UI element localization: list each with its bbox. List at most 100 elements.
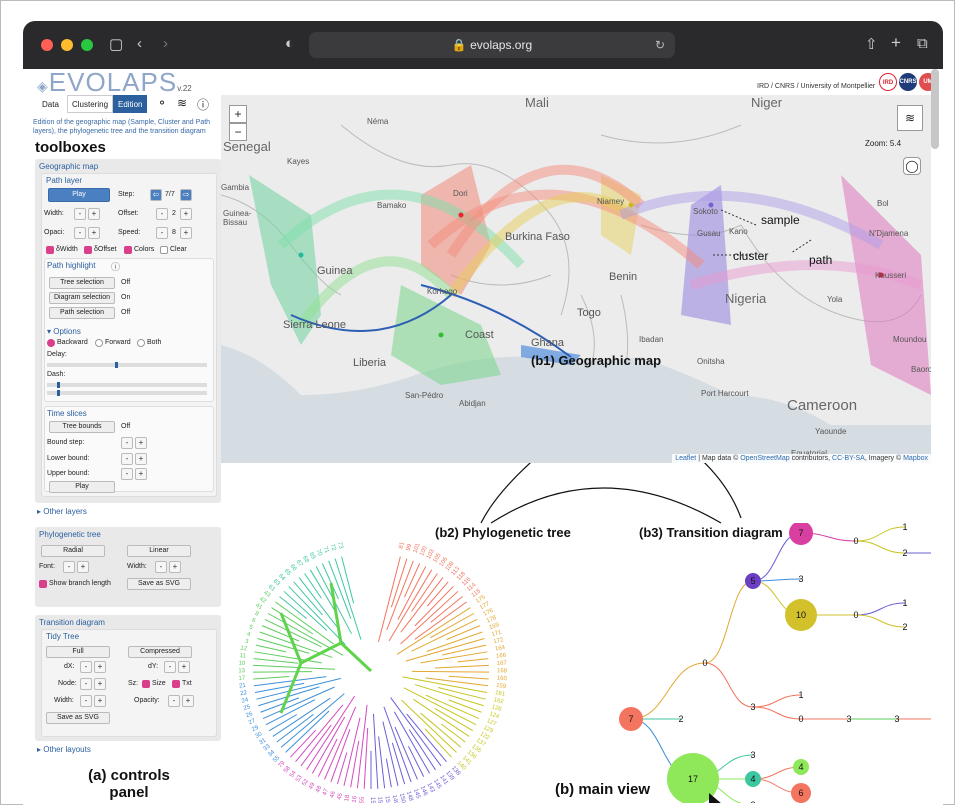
tree-branch[interactable] [390,697,442,767]
tree-branch[interactable] [253,658,299,664]
transition-diagram[interactable]: 7012153100120723103331734462 [601,523,931,803]
node-minus-button[interactable]: - [80,678,92,690]
tree-branch[interactable] [430,596,463,623]
tree-tip-label[interactable]: 167 [497,660,508,667]
tree-branch[interactable] [304,573,322,599]
backward-radio[interactable] [47,339,55,347]
tree-branch[interactable] [446,625,481,640]
layers-icon[interactable]: ≋ [177,96,187,110]
lower-bound-plus-button[interactable]: + [135,453,147,465]
tree-branch[interactable] [311,716,346,774]
tree-branch[interactable] [385,758,392,788]
diagram-edge[interactable] [855,526,906,542]
tree-branch[interactable] [280,693,345,748]
shield-icon[interactable]: ◐ [285,35,294,52]
full-button[interactable]: Full [46,646,110,658]
back-icon[interactable]: ‹ [137,35,142,52]
forward-radio[interactable] [95,339,103,347]
phylo-font-minus-button[interactable]: - [63,561,75,573]
graph-icon[interactable]: ⚬ [157,96,167,110]
new-tab-icon[interactable]: + [891,33,901,53]
phylo-font-plus-button[interactable]: + [77,561,89,573]
step-next-button[interactable]: ⇨ [180,189,192,201]
minimize-window-button[interactable] [61,39,73,51]
tree-branch[interactable] [268,714,298,732]
tree-branch[interactable] [448,675,489,680]
diagram-edge[interactable] [704,662,754,708]
node-plus-button[interactable]: + [94,678,106,690]
diagram-edge[interactable] [630,662,706,720]
tree-branch[interactable] [378,736,386,789]
tab-data[interactable]: Data [37,95,64,113]
tree-branch[interactable] [363,727,369,789]
tab-clustering[interactable]: Clustering [67,95,114,113]
diagram-edge[interactable] [704,580,754,664]
tree-tip-label[interactable]: 13 [238,668,245,674]
tree-tip-label[interactable]: 21 [239,683,247,690]
speed-plus-button[interactable]: + [180,227,192,239]
sidebar-icon[interactable]: ▢ [109,35,123,53]
phylo-width-minus-button[interactable]: - [155,561,167,573]
opacity-plus-button[interactable]: + [88,227,100,239]
doffset-checkbox[interactable] [84,246,92,254]
tree-branch[interactable] [434,664,489,669]
diagram-edge[interactable] [752,694,802,708]
diagram-save-svg-button[interactable]: Save as SVG [46,712,110,724]
info-icon[interactable]: ⓘ [197,96,209,113]
offset-minus-button[interactable]: - [156,208,168,220]
radial-button[interactable]: Radial [41,545,105,557]
dash-slider-thumb[interactable] [57,382,60,388]
tree-tip-label[interactable]: 45 [337,792,345,801]
clear-checkbox[interactable] [160,246,168,254]
dwidth-checkbox[interactable] [46,246,54,254]
tree-tip-label[interactable]: 153 [376,797,383,803]
tree-tip-label[interactable]: 18 [344,794,351,802]
compressed-button[interactable]: Compressed [128,646,192,658]
tree-branch[interactable] [448,699,482,713]
diagram-width-plus-button[interactable]: + [94,695,106,707]
tree-branch[interactable] [253,671,313,673]
tree-tip-label[interactable]: 3 [244,639,249,646]
geographic-map[interactable]: + − ≋ Zoom: 5.4 ◯ Mali Niger Néma Senega… [221,95,931,463]
reload-icon[interactable]: ↻ [655,32,665,58]
txt-checkbox[interactable] [172,680,180,688]
tree-highlighted-clade[interactable] [279,582,373,714]
bound-step-minus-button[interactable]: - [121,437,133,449]
tree-branch[interactable] [425,677,489,687]
tree-selection-button[interactable]: Tree selection [49,277,115,289]
tree-branch[interactable] [356,704,368,789]
opacity-diagram-minus-button[interactable]: - [168,695,180,707]
tree-tip-label[interactable]: 160 [497,676,508,683]
tree-branch[interactable] [265,699,316,726]
tree-tip-label[interactable]: 166 [496,653,507,660]
osm-link[interactable]: OpenStreetMap [740,455,789,462]
tree-branch[interactable] [411,573,438,612]
dx-plus-button[interactable]: + [94,661,106,673]
tab-edition[interactable]: Edition [113,95,148,113]
tree-branch[interactable] [253,664,336,670]
tree-branch[interactable] [253,676,290,680]
size-checkbox[interactable] [142,680,150,688]
tree-branch[interactable] [457,658,489,663]
diagram-edge[interactable] [752,706,802,720]
path-selection-button[interactable]: Path selection [49,307,115,319]
phylo-width-plus-button[interactable]: + [169,561,181,573]
tree-branch[interactable] [391,742,406,785]
phylogenetic-tree[interactable]: 81 99 101100103105106108113118116114115175… [221,463,521,803]
tree-bounds-button[interactable]: Tree bounds [49,421,115,433]
tree-tip-label[interactable]: 81 [398,541,406,550]
dy-minus-button[interactable]: - [164,661,176,673]
speed-minus-button[interactable]: - [156,227,168,239]
width-minus-button[interactable]: - [74,208,86,220]
path-highlight-info-icon[interactable]: ⓘ [111,260,120,273]
tree-tip-label[interactable]: 16 [352,795,359,803]
step-prev-button[interactable]: ⇦ [150,189,162,201]
tree-tip-label[interactable]: 73 [336,541,344,550]
tree-branch[interactable] [408,745,425,777]
tree-tip-label[interactable]: 172 [493,637,505,645]
tree-branch[interactable] [350,740,360,788]
both-radio[interactable] [137,339,145,347]
path-play-button[interactable]: Play [48,188,110,202]
tree-tip-label[interactable]: 6 [251,618,257,625]
options-toggle[interactable]: ▾ Options [47,327,81,336]
